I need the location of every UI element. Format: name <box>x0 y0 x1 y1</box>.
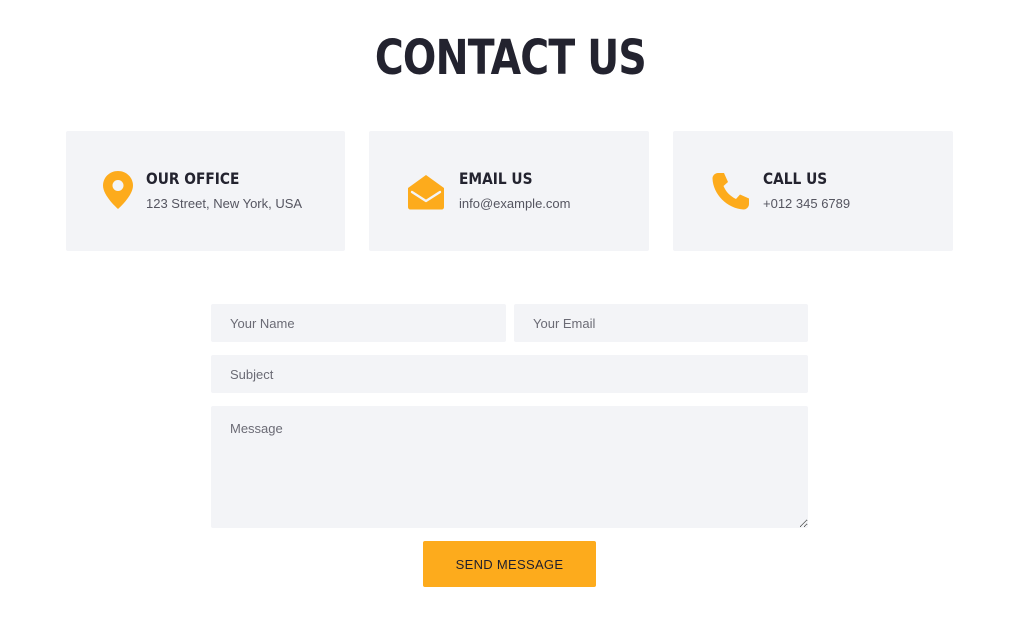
email-address[interactable]: info@example.com <box>459 196 570 211</box>
office-address: 123 Street, New York, USA <box>146 196 303 211</box>
email-card: EMAIL US info@example.com <box>369 131 649 251</box>
contact-info-cards: OUR OFFICE 123 Street, New York, USA EMA… <box>66 131 953 251</box>
phone-number[interactable]: +012 345 6789 <box>763 196 850 211</box>
page-title: CONTACT US <box>374 30 647 86</box>
phone-icon <box>709 169 749 213</box>
subject-field[interactable] <box>211 355 808 393</box>
office-card: OUR OFFICE 123 Street, New York, USA <box>66 131 345 251</box>
map-pin-icon <box>100 169 140 213</box>
phone-card: CALL US +012 345 6789 <box>673 131 953 251</box>
name-field[interactable] <box>211 304 506 342</box>
office-title: OUR OFFICE <box>146 169 240 188</box>
email-title: EMAIL US <box>459 169 533 188</box>
send-message-button[interactable]: SEND MESSAGE <box>423 541 596 587</box>
email-field[interactable] <box>514 304 808 342</box>
phone-title: CALL US <box>763 169 828 188</box>
envelope-icon <box>406 169 446 213</box>
message-field[interactable] <box>211 406 808 528</box>
